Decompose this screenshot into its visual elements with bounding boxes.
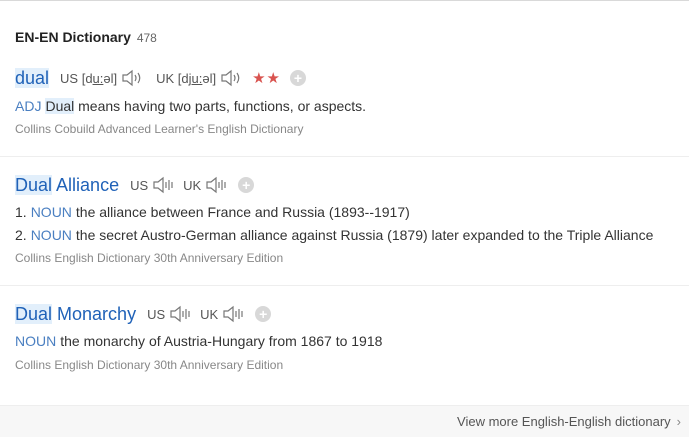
definition: NOUN the monarchy of Austria-Hungary from…: [15, 333, 383, 349]
headword[interactable]: dual: [15, 67, 50, 89]
chevron-right-icon: ›: [676, 414, 681, 429]
speaker-icon[interactable]: [220, 69, 244, 87]
uk-label: UK: [200, 306, 219, 322]
part-of-speech: NOUN: [15, 333, 57, 349]
section-header: EN-EN Dictionary 478: [15, 29, 157, 45]
speaker-icon[interactable]: [169, 305, 193, 323]
plus-icon[interactable]: +: [238, 177, 255, 193]
definition: ADJ Dual means having two parts, function…: [15, 98, 367, 114]
part-of-speech: ADJ: [15, 98, 42, 114]
us-pronunciation: US [du:əl]: [60, 70, 118, 86]
entry-dual-alliance: Dual Alliance US UK + 1. NOUN the alliance…: [15, 172, 689, 267]
speaker-icon[interactable]: [121, 69, 145, 87]
footer-bar: View more English-English dictionary ›: [0, 405, 689, 437]
entry-dual-monarchy: Dual Monarchy US UK + NOUN the monarchy o…: [15, 301, 689, 374]
top-border: [0, 0, 689, 1]
dictionary-source: Collins English Dictionary 30th Annivers…: [15, 251, 284, 265]
speaker-icon[interactable]: [152, 176, 176, 194]
us-label: US: [147, 306, 166, 322]
definition: 1. NOUN the alliance between France and Ru…: [15, 204, 410, 220]
speaker-icon[interactable]: [205, 176, 229, 194]
part-of-speech: NOUN: [30, 204, 72, 220]
dictionary-source: Collins Cobuild Advanced Learner's Engli…: [15, 122, 304, 136]
part-of-speech: NOUN: [30, 227, 72, 243]
plus-icon[interactable]: +: [255, 306, 272, 322]
star-rating: ★★: [252, 70, 282, 87]
divider: [0, 156, 689, 157]
speaker-icon[interactable]: [222, 305, 246, 323]
uk-label: UK: [183, 177, 202, 193]
section-title: EN-EN Dictionary: [15, 29, 131, 45]
entry-dual: dual US [du:əl] UK [dju:əl] ★★ + ADJ Dual…: [15, 65, 689, 138]
view-more-link[interactable]: View more English-English dictionary ›: [457, 414, 681, 429]
result-count: 478: [136, 31, 157, 45]
us-label: US: [130, 177, 149, 193]
headword[interactable]: Dual Alliance: [15, 174, 119, 196]
definition: 2. NOUN the secret Austro-German alliance …: [15, 227, 654, 243]
divider: [0, 285, 689, 286]
headword[interactable]: Dual Monarchy: [15, 303, 136, 325]
dictionary-source: Collins English Dictionary 30th Annivers…: [15, 358, 284, 372]
uk-pronunciation: UK [dju:əl]: [156, 70, 217, 86]
plus-icon[interactable]: +: [290, 70, 307, 86]
